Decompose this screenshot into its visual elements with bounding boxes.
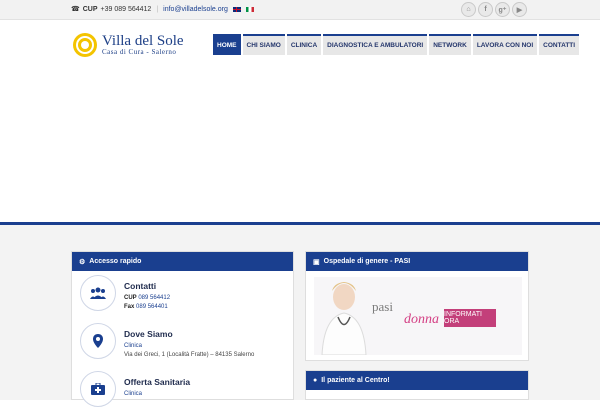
sun-logo-icon: [73, 33, 97, 57]
location-block[interactable]: Dove Siamo Clinica Via dei Greci, 1 (Loc…: [80, 323, 254, 361]
contacts-title: Contatti: [124, 281, 157, 291]
user-icon: ●: [313, 377, 318, 384]
facebook-icon[interactable]: f: [478, 2, 493, 17]
youtube-icon[interactable]: ▶: [512, 2, 527, 17]
cup-number[interactable]: +39 089 564412: [101, 6, 152, 13]
cup-label: CUP: [124, 295, 137, 301]
hero-banner: [0, 67, 600, 222]
quick-access-panel: ⚙ Accesso rapido Contatti CUP 089 564412…: [71, 251, 294, 407]
cup-label: CUP: [82, 5, 98, 13]
panel-title: Il paziente al Centro!: [321, 377, 390, 384]
donna-text: donna: [404, 312, 439, 327]
fax-number[interactable]: 089 564401: [136, 304, 168, 310]
nav-item-lavora[interactable]: LAVORA CON NOI: [472, 34, 538, 55]
fax-label: Fax: [124, 304, 135, 310]
nav-item-diagnostica[interactable]: DIAGNOSTICA E AMBULATORI: [323, 34, 428, 55]
map-pin-icon: [80, 323, 116, 359]
pasi-donna-banner[interactable]: pasi donna INFORMATI ORA: [314, 277, 522, 355]
panel-header: ▣ Ospedale di genere - PASI: [306, 252, 528, 271]
hospital-icon: ▣: [313, 258, 320, 266]
doctor-image: [321, 282, 367, 355]
panel-header: ● Il paziente al Centro!: [306, 371, 528, 390]
logo-name: Villa del Sole: [102, 33, 184, 49]
italy-flag-icon[interactable]: [245, 6, 254, 12]
cup-phone-link[interactable]: 089 564412: [138, 295, 170, 301]
panel-title: Accesso rapido: [89, 258, 142, 265]
logo-tagline: Casa di Cura - Salerno: [102, 48, 177, 56]
nav-item-clinica[interactable]: CLINICA: [286, 34, 322, 55]
header: Villa del Sole Casa di Cura - Salerno HO…: [0, 21, 600, 67]
link-icon: ⚙: [79, 258, 86, 266]
location-address: Via dei Greci, 1 (Località Fratte) – 841…: [124, 352, 255, 358]
social-links: ⌂ f g⁺ ▶: [461, 2, 527, 17]
email-link[interactable]: info@villadelsole.org: [163, 6, 228, 13]
nav-item-home[interactable]: HOME: [213, 34, 241, 55]
contacts-block[interactable]: Contatti CUP 089 564412 Fax 089 564401: [80, 275, 170, 313]
divider: |: [156, 5, 159, 13]
google-plus-icon[interactable]: g⁺: [495, 2, 510, 17]
offer-clinic-link[interactable]: Clinica: [124, 391, 142, 397]
main-nav: HOME CHI SIAMO CLINICA DIAGNOSTICA E AMB…: [213, 34, 580, 55]
offer-block[interactable]: Offerta Sanitaria Clinica: [80, 371, 190, 407]
home-icon[interactable]: ⌂: [461, 2, 476, 17]
nav-item-network[interactable]: NETWORK: [429, 34, 471, 55]
nav-item-chi-siamo[interactable]: CHI SIAMO: [242, 34, 285, 55]
phone-icon: ☎: [71, 6, 80, 13]
offer-title: Offerta Sanitaria: [124, 377, 191, 387]
uk-flag-icon[interactable]: [232, 6, 241, 12]
contact-info: ☎ CUP +39 089 564412 | info@villadelsole…: [71, 5, 254, 13]
nav-item-contatti[interactable]: CONTATTI: [539, 34, 580, 55]
medical-kit-icon: [80, 371, 116, 407]
users-icon: [80, 275, 116, 311]
pasi-text: pasi: [372, 299, 393, 314]
location-title: Dove Siamo: [124, 329, 173, 339]
panel-title: Ospedale di genere - PASI: [323, 258, 411, 265]
location-clinic[interactable]: Clinica: [124, 343, 142, 349]
panel-header: ⚙ Accesso rapido: [72, 252, 293, 271]
site-logo[interactable]: Villa del Sole Casa di Cura - Salerno: [72, 32, 184, 58]
top-bar: ☎ CUP +39 089 564412 | info@villadelsole…: [0, 0, 600, 20]
patient-panel: ● Il paziente al Centro!: [305, 370, 529, 400]
informati-ora-button[interactable]: INFORMATI ORA: [444, 309, 496, 327]
pasi-panel: ▣ Ospedale di genere - PASI pasi donna I…: [305, 251, 529, 361]
